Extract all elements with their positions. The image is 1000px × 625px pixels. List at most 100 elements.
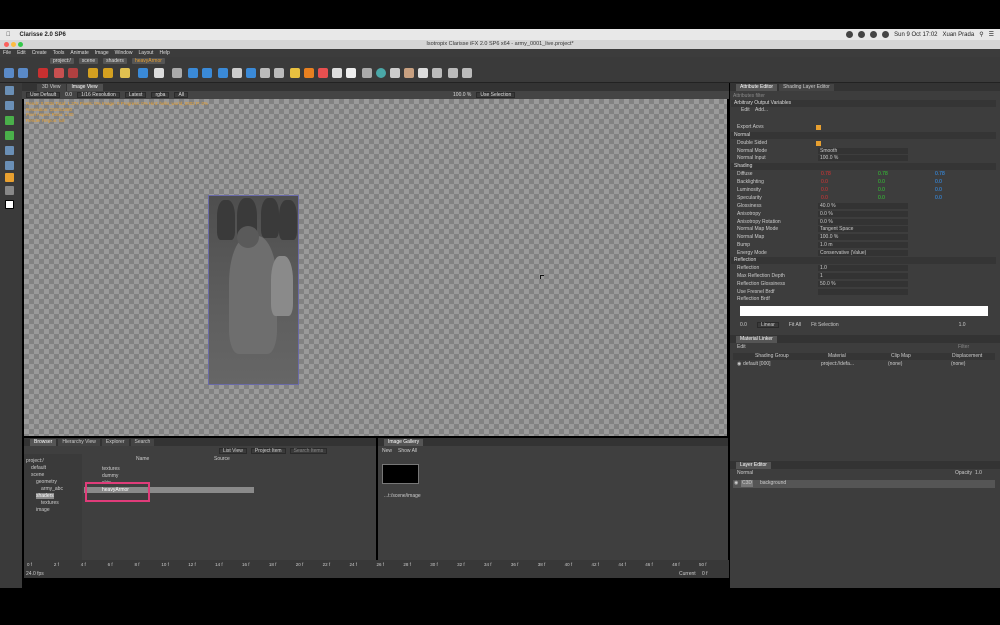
brush-icon[interactable] xyxy=(274,68,284,78)
tab-hierarchy-view[interactable]: Hierarchy View xyxy=(58,438,100,446)
tab-3d-view[interactable]: 3D View xyxy=(37,84,66,91)
red-value[interactable]: 0.0 xyxy=(821,195,828,202)
search-icon[interactable]: ⚲ xyxy=(979,31,983,38)
card-icon[interactable] xyxy=(346,68,356,78)
layer-icon[interactable] xyxy=(260,68,270,78)
resolution-select[interactable]: 1/16 Resolution xyxy=(77,92,120,98)
tree-item[interactable]: textures xyxy=(41,500,59,506)
menu-create[interactable]: Create xyxy=(32,50,47,56)
material-cell[interactable]: project://defa... xyxy=(821,361,854,368)
ring-icon[interactable] xyxy=(376,68,386,78)
minimize-icon[interactable] xyxy=(11,42,16,47)
blue-value[interactable]: 0.0 xyxy=(935,195,942,202)
fit-all-button[interactable]: Fit All xyxy=(789,322,801,328)
pack-icon[interactable] xyxy=(68,68,78,78)
point-light-icon[interactable] xyxy=(318,68,328,78)
camera-tool-icon[interactable] xyxy=(5,146,14,155)
tab-search[interactable]: Search xyxy=(130,438,155,446)
select-tool-icon[interactable] xyxy=(5,86,14,95)
group-icon[interactable] xyxy=(462,68,472,78)
column-shading-group[interactable]: Shading Group xyxy=(755,353,789,360)
blue-value[interactable]: 0.78 xyxy=(935,171,945,178)
section-normal[interactable]: Normal xyxy=(731,132,996,139)
attribute-value[interactable]: Tangent Space xyxy=(818,226,908,233)
reflection-brdf-label[interactable]: Reflection Brdf xyxy=(737,296,770,303)
clip-map-cell[interactable]: (none) xyxy=(888,361,902,368)
section-shading[interactable]: Shading xyxy=(731,163,996,170)
item-filter-select[interactable]: Project Item xyxy=(250,447,286,454)
text-icon[interactable] xyxy=(138,68,148,78)
light-icon[interactable] xyxy=(120,68,130,78)
menu-image[interactable]: Image xyxy=(95,50,109,56)
tree-item[interactable]: shaders xyxy=(36,493,54,499)
column-clip-map[interactable]: Clip Map xyxy=(891,353,911,360)
zoom-tool-icon[interactable] xyxy=(5,161,14,170)
attribute-value[interactable]: 0.0 % xyxy=(818,218,908,225)
channel-select[interactable]: rgba xyxy=(151,92,170,98)
blue-value[interactable]: 0.0 xyxy=(935,179,942,186)
image-viewport[interactable]: Rendr: 0.003s Total: 1.37s Pixels: 0% Im… xyxy=(24,99,727,436)
picker-tool-icon[interactable] xyxy=(5,173,14,182)
breadcrumb-item[interactable]: scene xyxy=(78,58,99,64)
color-swatch-icon[interactable] xyxy=(5,200,14,209)
exposure-value[interactable]: 0.0 xyxy=(65,92,72,98)
history-select[interactable]: Latest xyxy=(124,92,147,98)
list-item[interactable]: dummy xyxy=(84,473,254,479)
texture-icon[interactable] xyxy=(404,68,414,78)
column-displacement[interactable]: Displacement xyxy=(952,353,982,360)
fps-value[interactable]: 24.0 fps xyxy=(26,571,44,577)
material-linker-edit[interactable]: Edit xyxy=(737,344,746,351)
scatter-icon[interactable] xyxy=(432,68,442,78)
column-name[interactable]: Name xyxy=(136,456,149,462)
attribute-value[interactable]: Smooth xyxy=(818,147,908,154)
double-sided-checkbox[interactable] xyxy=(816,141,821,146)
eye-icon[interactable]: ◉ xyxy=(737,361,741,368)
scale-tool-icon[interactable] xyxy=(5,131,14,140)
red-value[interactable]: 0.78 xyxy=(821,171,831,178)
tab-image-view[interactable]: Image View xyxy=(66,84,103,91)
tab-material-linker[interactable]: Material Linker xyxy=(736,335,777,343)
primitive-icon[interactable] xyxy=(172,68,182,78)
bulb-icon[interactable] xyxy=(290,68,300,78)
menu-edit[interactable]: Edit xyxy=(17,50,26,56)
tree-item[interactable]: project:/ xyxy=(26,458,44,464)
attribute-value[interactable]: 100.0 % xyxy=(818,155,908,161)
opacity-value[interactable]: 1.0 xyxy=(975,470,982,477)
tree-item[interactable]: default xyxy=(31,465,46,471)
tab-layer-editor[interactable]: Layer Editor xyxy=(736,461,771,469)
attribute-value[interactable]: Conservative (Value) xyxy=(818,249,908,256)
breadcrumb-item[interactable]: project:/ xyxy=(50,58,74,64)
globe-icon[interactable] xyxy=(154,68,164,78)
gallery-new-button[interactable]: New xyxy=(382,448,392,454)
camera-icon[interactable] xyxy=(246,68,256,78)
menu-help[interactable]: Help xyxy=(159,50,169,56)
attribute-value[interactable]: 1 xyxy=(818,273,908,279)
table-row[interactable]: ◉ default [000] project://defa... (none)… xyxy=(733,361,995,368)
mac-app-name[interactable]: Clarisse 2.0 SP6 xyxy=(20,32,66,38)
battery-icon[interactable] xyxy=(882,31,890,38)
breadcrumb-item[interactable]: shaders xyxy=(103,58,127,64)
view-mode-select[interactable]: List View xyxy=(219,447,247,454)
menu-layout[interactable]: Layout xyxy=(138,50,153,56)
status-icon[interactable] xyxy=(858,31,866,38)
green-value[interactable]: 0.78 xyxy=(878,171,888,178)
add-aov-button[interactable]: Add... xyxy=(755,107,768,114)
view-mode-select[interactable]: Use Default xyxy=(26,92,61,98)
wifi-icon[interactable] xyxy=(870,31,878,38)
attribute-value[interactable]: 1.0 m xyxy=(818,242,908,248)
tree-item[interactable]: geometry xyxy=(36,479,57,485)
menu-animate[interactable]: Animate xyxy=(70,50,88,56)
section-reflection[interactable]: Reflection xyxy=(731,257,996,264)
menu-window[interactable]: Window xyxy=(115,50,133,56)
sun-icon[interactable] xyxy=(304,68,314,78)
tab-attribute-editor[interactable]: Attribute Editor xyxy=(736,83,778,91)
green-value[interactable]: 0.0 xyxy=(878,179,885,186)
breadcrumb-current[interactable]: heavyArmor xyxy=(131,58,165,64)
column-material[interactable]: Material xyxy=(828,353,846,360)
tree-item[interactable]: image xyxy=(36,507,50,513)
export-aovs-checkbox[interactable] xyxy=(816,125,821,130)
mac-clock[interactable]: Sun 9 Oct 17:02 xyxy=(894,32,937,38)
attributes-filter-input[interactable]: Attributes filter xyxy=(733,93,995,100)
blue-value[interactable]: 0.0 xyxy=(935,187,942,194)
green-value[interactable]: 0.0 xyxy=(878,187,885,194)
